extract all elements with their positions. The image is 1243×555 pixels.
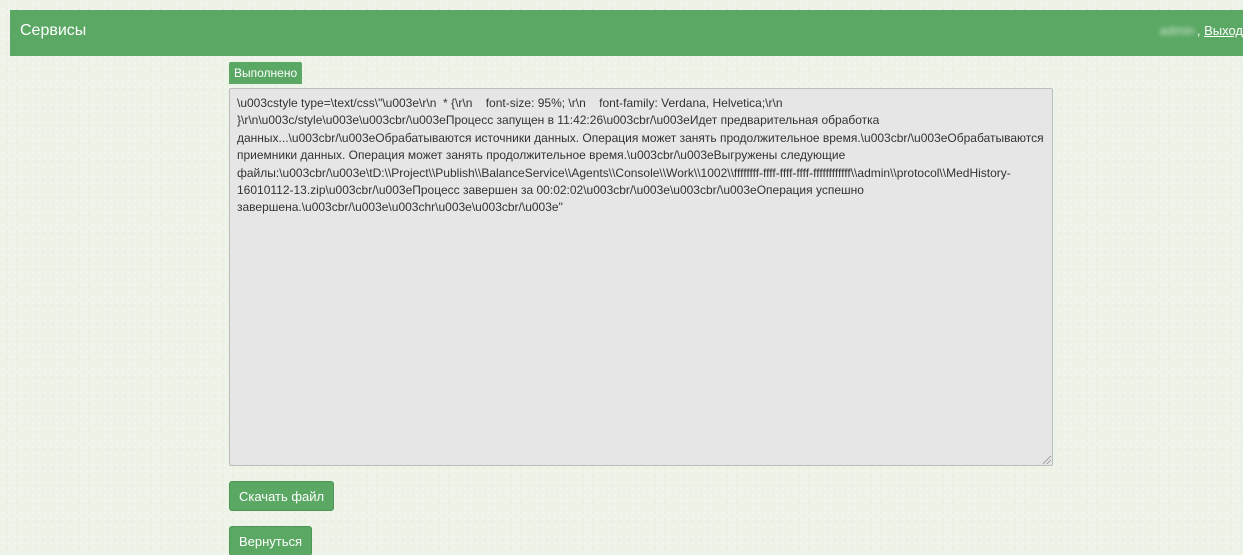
app-title[interactable]: Сервисы — [20, 22, 86, 40]
page: Сервисы admin, Выход Выполнено \u003csty… — [0, 0, 1243, 555]
back-button[interactable]: Вернуться — [229, 526, 313, 555]
user-name: admin — [1159, 23, 1195, 38]
user-block: admin, Выход — [1159, 23, 1243, 38]
result-output-textarea[interactable]: \u003cstyle type=\text/css\"\u003e\r\n *… — [229, 88, 1053, 466]
resize-handle-icon[interactable] — [1043, 456, 1051, 464]
download-file-button[interactable]: Скачать файл — [229, 481, 335, 511]
logout-link[interactable]: Выход — [1204, 23, 1243, 38]
user-separator: , — [1196, 23, 1201, 38]
top-navbar: Сервисы admin, Выход — [10, 10, 1243, 56]
status-badge: Выполнено — [229, 62, 303, 84]
